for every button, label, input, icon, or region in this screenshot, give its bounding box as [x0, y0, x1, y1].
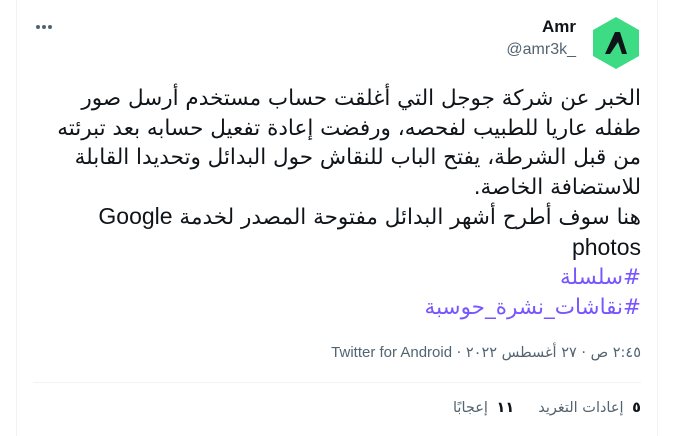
tweet-source[interactable]: Twitter for Android	[331, 344, 452, 361]
avatar[interactable]	[589, 16, 643, 70]
engagement-stats: ٥ إعادات التغريد ١١ إعجابًا	[453, 400, 641, 416]
author-name[interactable]: Amr	[506, 16, 576, 38]
more-dot	[48, 25, 52, 29]
author-block[interactable]: Amr @amr3k_	[506, 16, 576, 61]
more-dot	[42, 25, 46, 29]
retweets-stat[interactable]: ٥ إعادات التغريد	[538, 400, 641, 416]
more-dot	[36, 25, 40, 29]
tweet-meta: ٢:٤٥ ص · ٢٧ أغسطس ٢٠٢٢ · Twitter for And…	[331, 344, 641, 361]
tweet-date[interactable]: ٢٧ أغسطس ٢٠٢٢	[466, 345, 577, 361]
tweet-paragraph-2: هنا سوف أطرح أشهر البدائل مفتوحة المصدر …	[29, 202, 641, 263]
tweet-card: Amr @amr3k_ الخبر عن شركة جوجل التي أغلق…	[16, 0, 658, 436]
retweets-count: ٥	[632, 400, 641, 416]
likes-label: إعجابًا	[452, 400, 488, 416]
tweet-text: الخبر عن شركة جوجل التي أغلقت حساب مستخد…	[29, 84, 641, 322]
tweet-time[interactable]: ٢:٤٥ ص	[591, 345, 641, 361]
tweet-paragraph: الخبر عن شركة جوجل التي أغلقت حساب مستخد…	[57, 86, 641, 200]
hashtag-link[interactable]: #سلسلة	[29, 263, 641, 293]
likes-count: ١١	[496, 400, 515, 416]
tweet-paragraph-2-text: هنا سوف أطرح أشهر البدائل مفتوحة المصدر …	[179, 205, 641, 230]
more-options-button[interactable]	[33, 16, 55, 38]
author-handle[interactable]: @amr3k_	[506, 39, 576, 61]
divider	[33, 382, 641, 383]
retweets-label: إعادات التغريد	[538, 400, 624, 416]
likes-stat[interactable]: ١١ إعجابًا	[453, 400, 514, 416]
hashtag-link[interactable]: #نقاشات_نشرة_حوسبة	[29, 293, 641, 323]
meta-separator: ·	[581, 345, 586, 361]
meta-separator: ·	[456, 345, 462, 361]
